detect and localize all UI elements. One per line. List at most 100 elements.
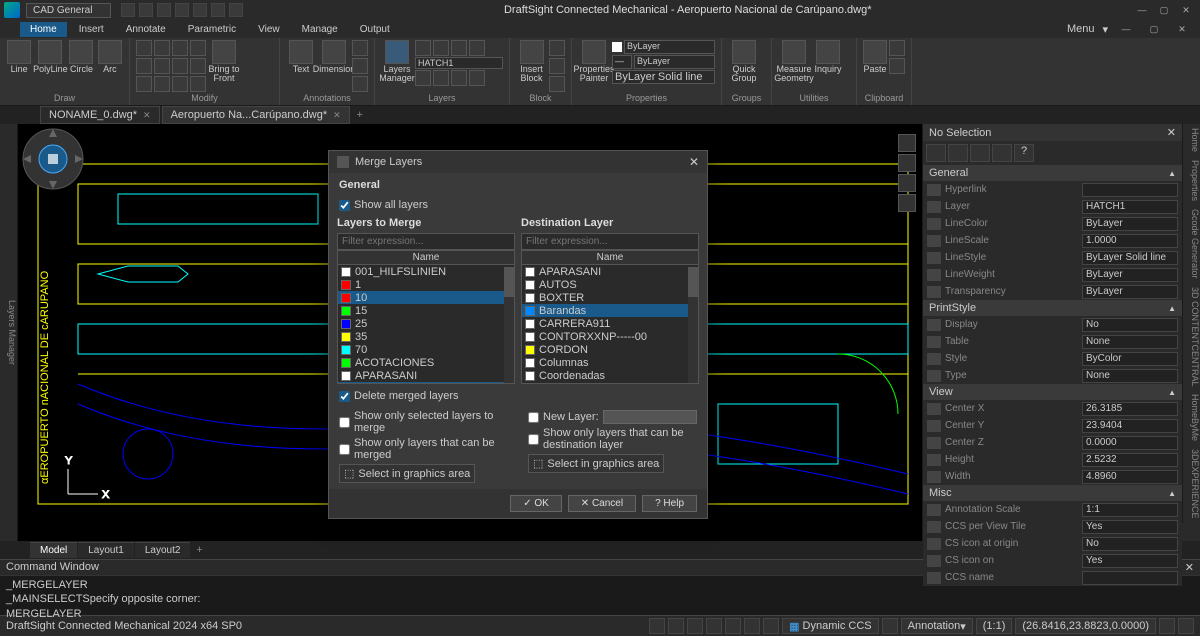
layer-item[interactable]: BOXTER <box>522 291 698 304</box>
qat-print-icon[interactable] <box>175 3 189 17</box>
layer-item[interactable]: APARASANI <box>338 369 514 382</box>
sb-icon[interactable] <box>1159 618 1175 634</box>
layer-prev-icon[interactable] <box>451 70 467 86</box>
layer-item[interactable]: CORDON <box>522 343 698 356</box>
selection-dropdown[interactable]: No Selection <box>929 127 991 139</box>
prop-value[interactable]: Yes <box>1082 520 1178 534</box>
stretch-icon[interactable] <box>136 76 152 92</box>
text-button[interactable]: Text <box>286 40 316 74</box>
dialog-close-button[interactable]: ✕ <box>689 155 699 169</box>
sub-minimize-button[interactable]: — <box>1116 22 1136 36</box>
fillet-icon[interactable] <box>172 58 188 74</box>
layer-lock-icon[interactable] <box>415 70 431 86</box>
property-row[interactable]: Center Z0.0000 <box>923 434 1182 451</box>
view-cube[interactable] <box>18 124 88 194</box>
left-side-panel-tab[interactable]: Layers Manager <box>0 124 18 541</box>
color-swatch-icon[interactable] <box>612 42 622 52</box>
layer-item[interactable]: CONTORXXNP-----00 <box>522 330 698 343</box>
pp-tool-icon[interactable] <box>948 144 968 162</box>
tab-model[interactable]: Model <box>30 542 77 558</box>
scale-icon[interactable] <box>190 40 206 56</box>
inquiry-button[interactable]: Inquiry <box>812 40 844 74</box>
show-mergeable-checkbox[interactable]: Show only layers that can be merged <box>339 437 508 461</box>
copy-icon[interactable] <box>136 58 152 74</box>
cut-icon[interactable] <box>889 40 905 56</box>
edit-block-icon[interactable] <box>549 58 565 74</box>
prop-value[interactable]: ByColor <box>1082 352 1178 366</box>
etrack-icon[interactable] <box>744 618 760 634</box>
quick-group-button[interactable]: Quick Group <box>728 40 760 83</box>
tab-annotate[interactable]: Annotate <box>116 22 176 37</box>
prop-value[interactable] <box>1082 571 1178 585</box>
prop-value[interactable]: 4.8960 <box>1082 470 1178 484</box>
lineweight-dropdown[interactable]: ByLayer <box>634 55 715 69</box>
arc-button[interactable]: Arc <box>97 40 123 74</box>
snap-icon[interactable] <box>649 618 665 634</box>
show-selected-checkbox[interactable]: Show only selected layers to merge <box>339 410 508 434</box>
close-tab-icon[interactable]: ✕ <box>333 110 341 121</box>
qat-undo-icon[interactable] <box>193 3 207 17</box>
polyline-button[interactable]: PolyLine <box>34 40 66 74</box>
property-row[interactable]: TransparencyByLayer <box>923 283 1182 300</box>
copy-clip-icon[interactable] <box>889 58 905 74</box>
show-dest-checkbox[interactable]: Show only layers that can be destination… <box>528 427 697 451</box>
qat-save-icon[interactable] <box>157 3 171 17</box>
close-button[interactable]: ✕ <box>1176 3 1196 17</box>
doc-tab[interactable]: Aeropuerto Na...Carúpano.dwg*✕ <box>162 106 350 124</box>
tab-view[interactable]: View <box>248 22 290 37</box>
prop-value[interactable]: 1.0000 <box>1082 234 1178 248</box>
layer-item[interactable]: Columnas <box>522 356 698 369</box>
trim-icon[interactable] <box>172 40 188 56</box>
cloud-icon[interactable] <box>352 76 368 92</box>
tab-parametric[interactable]: Parametric <box>178 22 246 37</box>
cmd-close-icon[interactable]: ✕ <box>1185 561 1194 574</box>
property-row[interactable]: Width4.8960 <box>923 468 1182 485</box>
filter-dest-input[interactable] <box>521 233 699 250</box>
prop-value[interactable]: ByLayer <box>1082 217 1178 231</box>
section-general[interactable]: General▲ <box>923 165 1182 181</box>
layers-manager-button[interactable]: Layers Manager <box>381 40 413 83</box>
property-row[interactable]: LayerHATCH1 <box>923 198 1182 215</box>
scale-display[interactable]: (1:1) <box>976 618 1013 634</box>
grid-icon[interactable] <box>668 618 684 634</box>
prop-value[interactable]: Yes <box>1082 554 1178 568</box>
layer-item[interactable]: 25 <box>338 317 514 330</box>
erase-icon[interactable] <box>190 76 206 92</box>
prop-value[interactable] <box>1082 183 1178 197</box>
prop-value[interactable]: No <box>1082 537 1178 551</box>
filter-merge-input[interactable] <box>337 233 515 250</box>
circle-button[interactable]: Circle <box>68 40 94 74</box>
qat-redo-icon[interactable] <box>211 3 225 17</box>
right-tab-home[interactable]: Home <box>1182 124 1200 156</box>
prop-value[interactable]: 26.3185 <box>1082 402 1178 416</box>
home-view-icon[interactable] <box>898 134 916 152</box>
lineweight-icon[interactable]: — <box>612 55 632 69</box>
close-tab-icon[interactable]: ✕ <box>143 110 151 121</box>
delete-merged-checkbox[interactable]: Delete merged layers <box>339 388 697 404</box>
property-row[interactable]: Height2.5232 <box>923 451 1182 468</box>
layer-item[interactable]: 15 <box>338 304 514 317</box>
property-row[interactable]: Annotation Scale1:1 <box>923 501 1182 518</box>
explode-icon[interactable] <box>172 76 188 92</box>
layer-item[interactable]: 10 <box>338 291 514 304</box>
menu-dropdown[interactable]: Menu <box>1067 23 1095 35</box>
layer-item[interactable]: 35 <box>338 330 514 343</box>
section-view[interactable]: View▲ <box>923 384 1182 400</box>
section-misc[interactable]: Misc▲ <box>923 485 1182 501</box>
pp-help-icon[interactable]: ? <box>1014 144 1034 162</box>
right-tab-homebyme[interactable]: HomeByMe <box>1182 390 1200 445</box>
workspace-dropdown[interactable]: CAD General <box>26 3 111 18</box>
polar-icon[interactable] <box>706 618 722 634</box>
dialog-titlebar[interactable]: Merge Layers ✕ <box>329 151 707 173</box>
move-icon[interactable] <box>136 40 152 56</box>
maximize-button[interactable]: ▢ <box>1154 3 1174 17</box>
sb-icon[interactable] <box>882 618 898 634</box>
property-row[interactable]: LineStyleByLayer Solid line <box>923 249 1182 266</box>
paste-button[interactable]: Paste <box>863 40 887 74</box>
property-row[interactable]: Center X26.3185 <box>923 400 1182 417</box>
property-row[interactable]: Hyperlink <box>923 181 1182 198</box>
chevron-down-icon[interactable]: ▾ <box>1102 23 1108 36</box>
pp-tool-icon[interactable] <box>992 144 1012 162</box>
layer-off-icon[interactable] <box>469 40 485 56</box>
mirror-icon[interactable] <box>154 58 170 74</box>
